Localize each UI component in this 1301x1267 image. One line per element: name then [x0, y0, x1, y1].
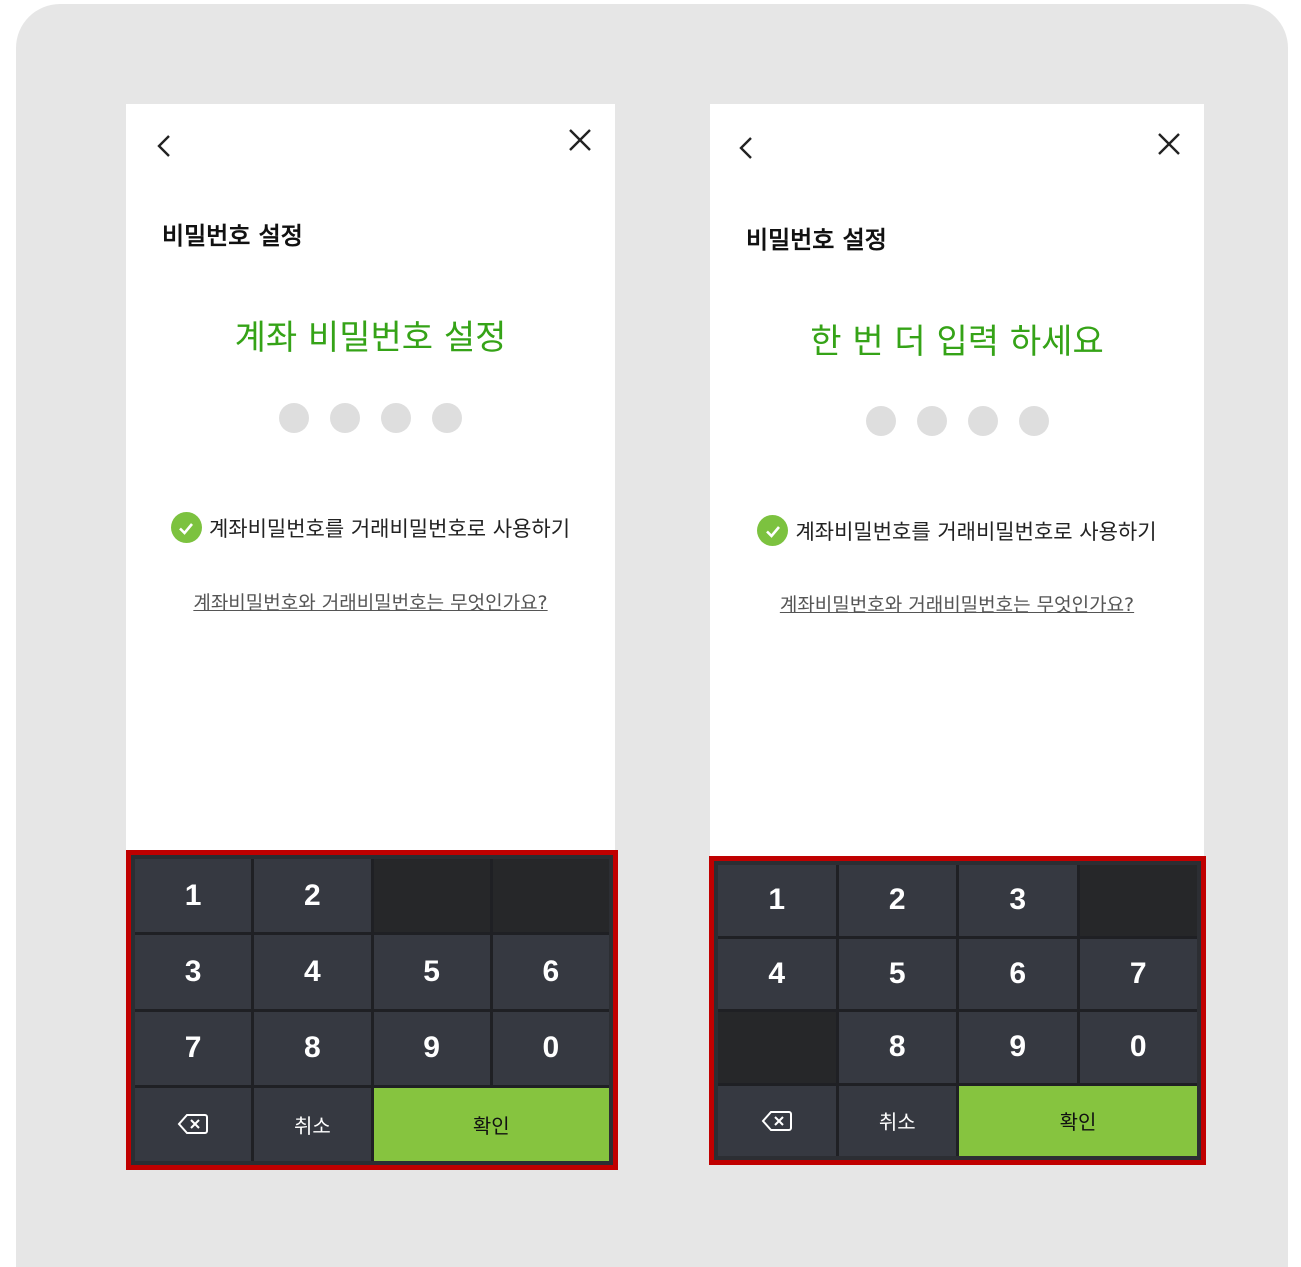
checkbox-label: 계좌비밀번호를 거래비밀번호로 사용하기 [208, 516, 571, 541]
key-digit[interactable]: 3 [135, 935, 252, 1009]
use-as-trade-password-checkbox[interactable]: 계좌비밀번호를 거래비밀번호로 사용하기 [126, 512, 615, 543]
checkbox-label: 계좌비밀번호를 거래비밀번호로 사용하기 [795, 519, 1157, 544]
use-as-trade-password-checkbox[interactable]: 계좌비밀번호를 거래비밀번호로 사용하기 [710, 515, 1204, 546]
close-icon [1158, 133, 1180, 155]
back-button[interactable] [148, 128, 184, 164]
key-digit[interactable]: 8 [838, 1012, 956, 1083]
screen-title: 비밀번호 설정 [162, 222, 303, 250]
phone-screen-right: 비밀번호 설정 한 번 더 입력 하세요 계좌비밀번호를 거래비밀번호로 사용하… [709, 104, 1206, 1165]
key-digit[interactable]: 6 [492, 935, 609, 1009]
backspace-icon [177, 1114, 209, 1135]
help-link[interactable]: 계좌비밀번호와 거래비밀번호는 무엇인가요? [710, 590, 1204, 617]
key-digit[interactable]: 3 [959, 865, 1077, 936]
close-icon [569, 129, 591, 151]
chevron-left-icon [157, 135, 170, 157]
key-digit[interactable]: 0 [492, 1011, 609, 1085]
pin-dot [381, 403, 411, 433]
pin-dot [1018, 406, 1049, 436]
chevron-left-icon [739, 137, 752, 159]
key-digit[interactable]: 1 [135, 859, 252, 933]
pin-dot [865, 406, 896, 436]
key-blank [1079, 865, 1197, 936]
key-digit[interactable]: 2 [254, 859, 371, 933]
key-digit[interactable]: 2 [838, 865, 956, 936]
screen-title: 비밀번호 설정 [746, 226, 887, 254]
cancel-button[interactable]: 취소 [254, 1087, 371, 1161]
key-digit[interactable]: 5 [838, 938, 956, 1009]
key-digit[interactable]: 9 [373, 1011, 490, 1085]
back-button[interactable] [730, 130, 766, 166]
check-circle-icon [757, 515, 789, 546]
confirm-button[interactable]: 확인 [373, 1087, 609, 1161]
key-blank [373, 859, 490, 933]
key-digit[interactable]: 5 [373, 935, 490, 1009]
key-blank [718, 1012, 836, 1083]
cancel-button[interactable]: 취소 [838, 1085, 956, 1156]
pin-dot [432, 403, 462, 433]
number-keypad: 1 2 3 4 5 6 7 8 9 0 취소 확인 [718, 865, 1197, 1156]
key-digit[interactable]: 7 [1079, 938, 1197, 1009]
help-link[interactable]: 계좌비밀번호와 거래비밀번호는 무엇인가요? [126, 588, 615, 615]
confirm-button[interactable]: 확인 [959, 1085, 1197, 1156]
pin-dots [126, 403, 615, 433]
key-blank [492, 859, 609, 933]
backspace-icon [761, 1110, 792, 1131]
backspace-button[interactable] [135, 1087, 252, 1161]
pin-dot [330, 403, 360, 433]
key-digit[interactable]: 7 [135, 1011, 252, 1085]
key-digit[interactable]: 1 [718, 865, 836, 936]
pin-dots [710, 406, 1204, 436]
check-circle-icon [170, 512, 202, 543]
number-keypad: 1 2 3 4 5 6 7 8 9 0 취소 확인 [135, 859, 609, 1161]
key-digit[interactable]: 9 [959, 1012, 1077, 1083]
pin-prompt: 한 번 더 입력 하세요 [810, 322, 1104, 362]
phone-screen-left: 비밀번호 설정 계좌 비밀번호 설정 계좌비밀번호를 거래비밀번호로 사용하기 … [126, 104, 618, 1170]
key-digit[interactable]: 8 [254, 1011, 371, 1085]
keypad-highlight: 1 2 3 4 5 6 7 8 9 0 취소 확인 [709, 856, 1206, 1165]
key-digit[interactable]: 4 [254, 935, 371, 1009]
key-digit[interactable]: 4 [718, 938, 836, 1009]
pin-dot [967, 406, 998, 436]
pin-prompt: 계좌 비밀번호 설정 [234, 318, 507, 358]
close-button[interactable] [562, 122, 598, 158]
pin-dot [916, 406, 947, 436]
key-digit[interactable]: 0 [1079, 1012, 1197, 1083]
close-button[interactable] [1151, 126, 1187, 162]
pin-dot [279, 403, 309, 433]
keypad-highlight: 1 2 3 4 5 6 7 8 9 0 취소 확인 [126, 850, 618, 1170]
backspace-button[interactable] [718, 1085, 836, 1156]
key-digit[interactable]: 6 [959, 938, 1077, 1009]
